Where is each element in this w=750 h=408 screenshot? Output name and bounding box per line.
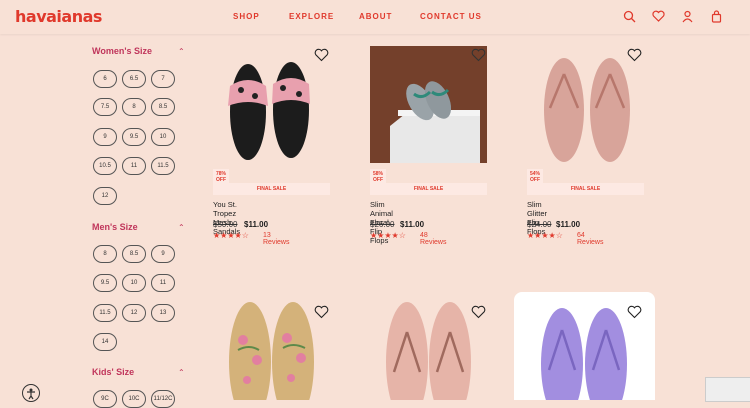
wishlist-heart-icon[interactable] [471, 48, 486, 62]
size-option[interactable]: 8 [93, 245, 117, 263]
wishlist-heart-icon[interactable] [314, 305, 329, 319]
accessibility-icon[interactable] [22, 384, 40, 402]
size-option[interactable]: 9.5 [93, 274, 117, 292]
rating-stars: ★★★★☆ [370, 231, 406, 240]
filter-kids-size-title[interactable]: Kids' Size [92, 367, 134, 377]
wishlist-heart-icon[interactable] [471, 305, 486, 319]
size-option[interactable]: 7 [151, 70, 175, 88]
size-option[interactable]: 12 [122, 304, 146, 322]
size-option[interactable]: 9.5 [122, 128, 146, 146]
review-count[interactable]: 13 Reviews [263, 232, 289, 246]
wishlist-heart-icon[interactable] [627, 305, 642, 319]
original-price: $26.00 [370, 220, 395, 229]
size-option[interactable]: 9C [93, 390, 117, 408]
size-option[interactable]: 11 [151, 274, 175, 292]
final-sale-label: FINAL SALE [370, 183, 487, 195]
site-header: havaianas SHOP EXPLORE ABOUT CONTACT US [0, 0, 750, 34]
size-option[interactable]: 13 [151, 304, 175, 322]
nav-shop[interactable]: SHOP [233, 12, 260, 21]
heart-icon[interactable] [652, 10, 665, 23]
size-option[interactable]: 9 [151, 245, 175, 263]
size-option[interactable]: 10 [151, 128, 175, 146]
review-count[interactable]: 48 Reviews [420, 232, 446, 246]
size-option[interactable]: 14 [93, 333, 117, 351]
size-option[interactable]: 11.5 [93, 304, 117, 322]
wishlist-heart-icon[interactable] [314, 48, 329, 62]
chevron-up-icon[interactable]: ⌃ [178, 47, 185, 56]
size-option[interactable]: 6 [93, 70, 117, 88]
rating-stars: ★★★★☆ [527, 231, 563, 240]
bag-icon[interactable] [710, 10, 723, 23]
size-option[interactable]: 6.5 [122, 70, 146, 88]
sale-price: $11.00 [556, 220, 581, 229]
size-option[interactable]: 8 [122, 98, 146, 116]
chevron-up-icon[interactable]: ⌃ [178, 368, 185, 377]
filter-womens-size-title[interactable]: Women's Size [92, 46, 152, 56]
nav-contact[interactable]: CONTACT US [420, 12, 482, 21]
original-price: $24.00 [527, 220, 552, 229]
chevron-up-icon[interactable]: ⌃ [178, 223, 185, 232]
filter-mens-size-title[interactable]: Men's Size [92, 222, 138, 232]
final-sale-label: FINAL SALE [213, 183, 330, 195]
size-option[interactable]: 11 [122, 157, 146, 175]
nav-explore[interactable]: EXPLORE [289, 12, 334, 21]
size-option[interactable]: 10C [122, 390, 146, 408]
size-option[interactable]: 11/12C [151, 390, 175, 408]
size-option[interactable]: 9 [93, 128, 117, 146]
review-count[interactable]: 64 Reviews [577, 232, 603, 246]
size-option[interactable]: 8.5 [122, 245, 146, 263]
product-image[interactable] [370, 46, 487, 163]
rating-stars: ★★★★☆ [213, 231, 249, 240]
user-icon[interactable] [681, 10, 694, 23]
sale-price: $11.00 [244, 220, 269, 229]
size-option[interactable]: 10 [122, 274, 146, 292]
brand-logo[interactable]: havaianas [15, 7, 102, 26]
recaptcha-badge[interactable] [705, 377, 750, 402]
size-option[interactable]: 7.5 [93, 98, 117, 116]
size-option[interactable]: 11.5 [151, 157, 175, 175]
size-option[interactable]: 10.5 [93, 157, 117, 175]
wishlist-heart-icon[interactable] [627, 48, 642, 62]
original-price: $50.00 [213, 220, 238, 229]
size-option[interactable]: 8.5 [151, 98, 175, 116]
size-option[interactable]: 12 [93, 187, 117, 205]
final-sale-label: FINAL SALE [527, 183, 644, 195]
search-icon[interactable] [623, 10, 636, 23]
sale-price: $11.00 [400, 220, 425, 229]
nav-about[interactable]: ABOUT [359, 12, 392, 21]
